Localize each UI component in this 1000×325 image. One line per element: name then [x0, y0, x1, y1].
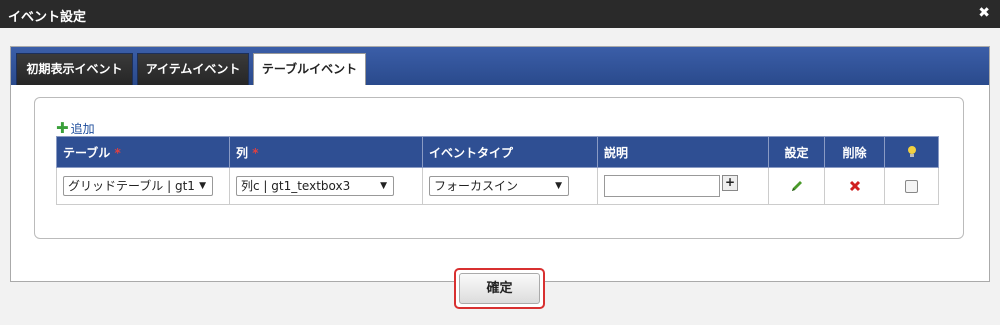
tab-bar: 初期表示イベント アイテムイベント テーブルイベント [11, 47, 989, 85]
plus-icon: ✚ [56, 119, 69, 137]
cell-select [884, 167, 939, 205]
description-textarea[interactable] [604, 175, 720, 197]
event-table: テーブル * 列 * イベントタイプ 説明 設定 削除 グリッドテーブル | g… [56, 136, 939, 205]
row-checkbox[interactable] [905, 180, 918, 193]
header-event-type: イベントタイプ [422, 136, 598, 168]
cell-event-type: フォーカスイン ▼ [422, 167, 598, 205]
tab-panel: 初期表示イベント アイテムイベント テーブルイベント ✚ 追加 テーブル * 列 … [10, 46, 990, 282]
required-mark: * [114, 145, 121, 160]
cell-table: グリッドテーブル | gt1 ▼ [56, 167, 230, 205]
dropdown-arrow-icon: ▼ [555, 181, 562, 191]
cross-icon[interactable] [848, 179, 862, 193]
add-label: 追加 [70, 122, 95, 136]
dialog-title: イベント設定 [8, 10, 87, 25]
header-description: 説明 [597, 136, 769, 168]
table-row: グリッドテーブル | gt1 ▼ 列c | gt1_textbox3 ▼ フォーカス… [56, 167, 939, 205]
dialog-titlebar: イベント設定 ✖ [0, 0, 1000, 28]
table-select[interactable]: グリッドテーブル | gt1 ▼ [63, 176, 213, 196]
column-select[interactable]: 列c | gt1_textbox3 ▼ [236, 176, 394, 196]
cell-delete [824, 167, 885, 205]
tab-item-event[interactable]: アイテムイベント [137, 53, 249, 85]
cell-settings [768, 167, 825, 205]
dropdown-arrow-icon: ▼ [199, 181, 206, 191]
lightbulb-icon [907, 146, 916, 158]
add-event-button[interactable]: ✚ 追加 [56, 119, 95, 137]
cell-description: + [597, 167, 769, 205]
header-table: テーブル * [56, 136, 230, 168]
header-column: 列 * [229, 136, 423, 168]
dropdown-arrow-icon: ▼ [380, 181, 387, 191]
tab-table-event[interactable]: テーブルイベント [253, 53, 366, 85]
expand-description-button[interactable]: + [722, 175, 738, 191]
event-type-select[interactable]: フォーカスイン ▼ [429, 176, 569, 196]
dialog-body: 初期表示イベント アイテムイベント テーブルイベント ✚ 追加 テーブル * 列 … [0, 28, 1000, 325]
pencil-icon[interactable] [789, 178, 805, 194]
confirm-highlight: 確定 [454, 268, 545, 309]
tab-initial-event[interactable]: 初期表示イベント [16, 53, 133, 85]
confirm-button[interactable]: 確定 [459, 273, 540, 304]
header-settings: 設定 [768, 136, 825, 168]
close-icon[interactable]: ✖ [978, 5, 990, 21]
required-mark: * [252, 145, 259, 160]
cell-column: 列c | gt1_textbox3 ▼ [229, 167, 423, 205]
header-hint [884, 136, 939, 168]
event-list-box: ✚ 追加 テーブル * 列 * イベントタイプ 説明 設定 削除 グリッドテーブ… [34, 97, 964, 239]
header-delete: 削除 [824, 136, 885, 168]
